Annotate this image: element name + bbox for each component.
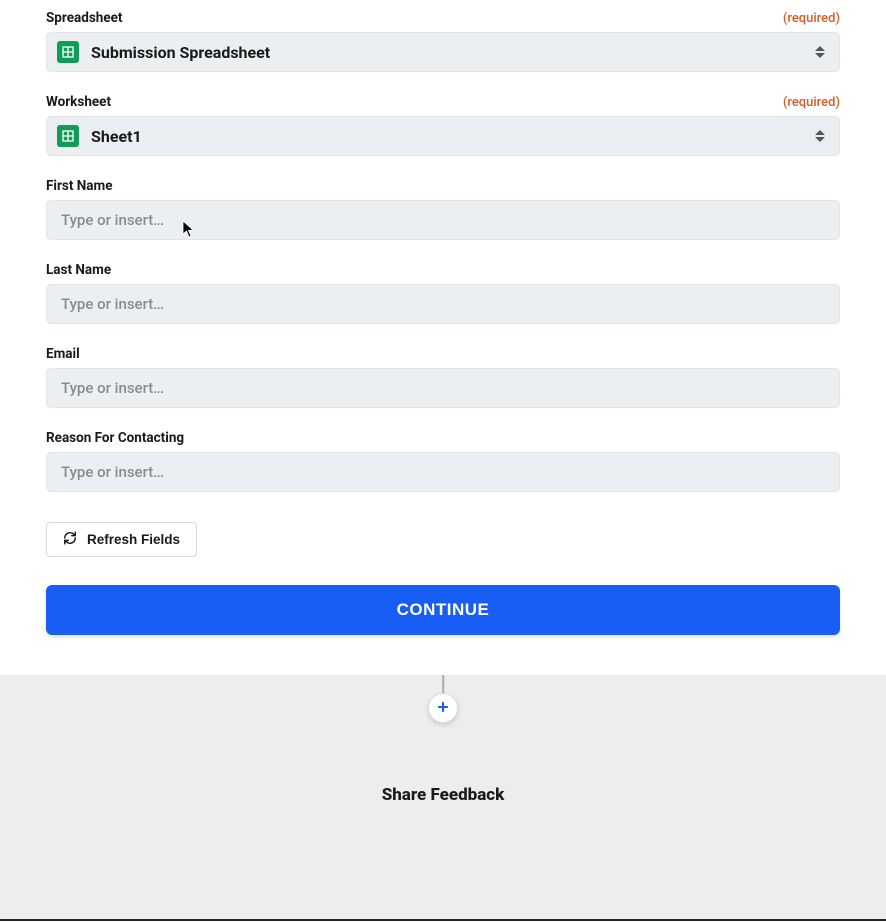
field-label-row: Worksheet (required) (46, 94, 840, 110)
email-label: Email (46, 346, 80, 362)
spreadsheet-value: Submission Spreadsheet (91, 43, 270, 62)
field-spreadsheet: Spreadsheet (required) Submission Spread… (46, 10, 840, 72)
share-feedback-link[interactable]: Share Feedback (382, 785, 505, 805)
continue-button[interactable]: CONTINUE (46, 585, 840, 635)
field-label-row: First Name (46, 178, 840, 194)
field-worksheet: Worksheet (required) Sheet1 (46, 94, 840, 156)
form-card: Spreadsheet (required) Submission Spread… (0, 0, 886, 675)
updown-icon (815, 46, 825, 58)
refresh-label: Refresh Fields (87, 532, 180, 547)
first-name-input[interactable] (46, 200, 840, 240)
field-last-name: Last Name (46, 262, 840, 324)
field-first-name: First Name (46, 178, 840, 240)
add-step-button[interactable] (428, 693, 458, 723)
required-tag: (required) (783, 95, 840, 110)
field-label-row: Email (46, 346, 840, 362)
email-input[interactable] (46, 368, 840, 408)
connector-line (442, 675, 444, 695)
field-email: Email (46, 346, 840, 408)
refresh-row: Refresh Fields (46, 522, 840, 557)
refresh-icon (63, 531, 77, 548)
worksheet-select[interactable]: Sheet1 (46, 116, 840, 156)
spreadsheet-label: Spreadsheet (46, 10, 123, 26)
plus-icon (436, 699, 450, 718)
field-label-row: Last Name (46, 262, 840, 278)
google-sheets-icon (57, 125, 79, 147)
google-sheets-icon (57, 41, 79, 63)
updown-icon (815, 130, 825, 142)
worksheet-value: Sheet1 (91, 127, 142, 146)
spreadsheet-select[interactable]: Submission Spreadsheet (46, 32, 840, 72)
last-name-input[interactable] (46, 284, 840, 324)
field-label-row: Spreadsheet (required) (46, 10, 840, 26)
refresh-fields-button[interactable]: Refresh Fields (46, 522, 197, 557)
worksheet-label: Worksheet (46, 94, 111, 110)
reason-label: Reason For Contacting (46, 430, 184, 446)
field-label-row: Reason For Contacting (46, 430, 840, 446)
reason-input[interactable] (46, 452, 840, 492)
canvas-area: Share Feedback (0, 675, 886, 921)
first-name-label: First Name (46, 178, 113, 194)
required-tag: (required) (783, 11, 840, 26)
last-name-label: Last Name (46, 262, 111, 278)
field-reason: Reason For Contacting (46, 430, 840, 492)
